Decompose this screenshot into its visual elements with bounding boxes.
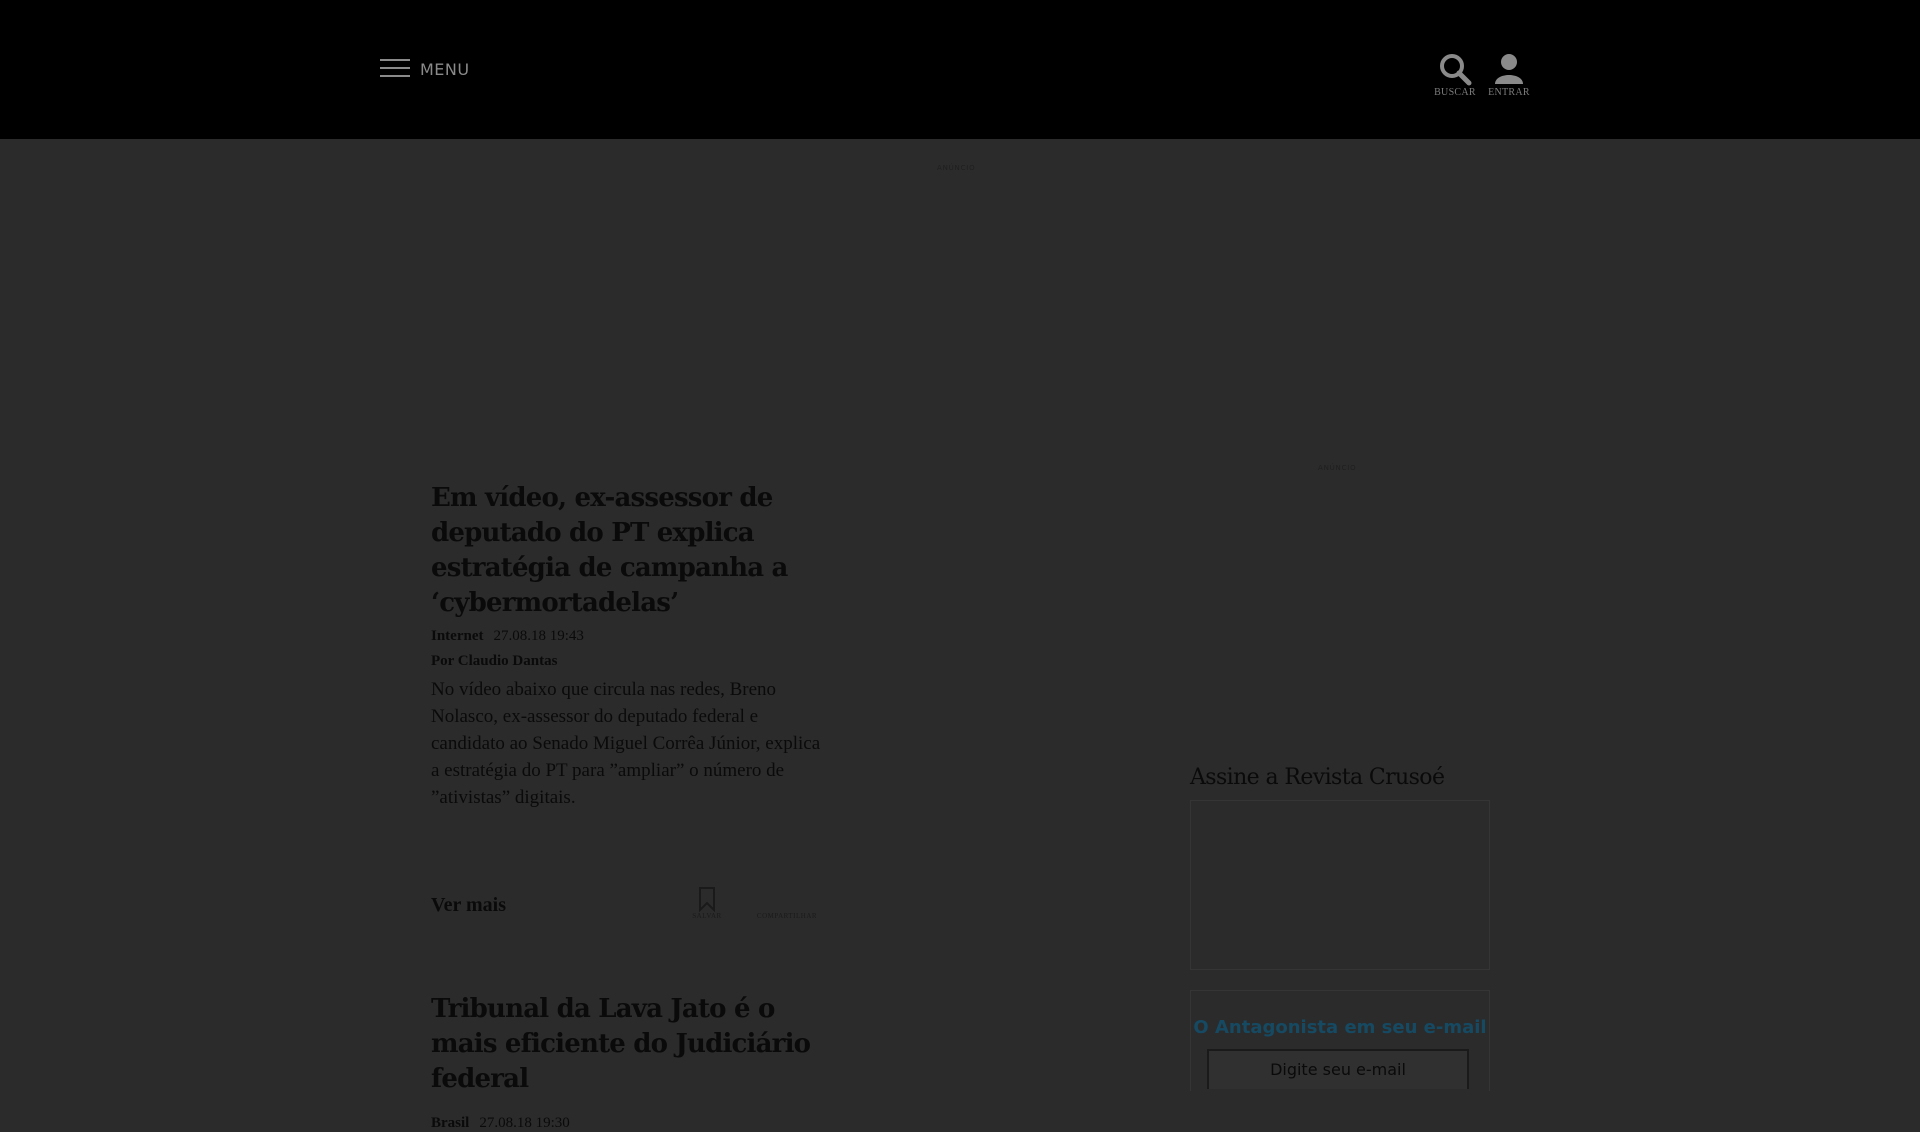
article-category[interactable]: Brasil xyxy=(431,1115,469,1131)
article-summary: No vídeo abaixo que circula nas redes, B… xyxy=(431,679,821,808)
article-card: Tribunal da Lava Jato é o mais eficiente… xyxy=(431,992,831,1132)
article-date: 27.08.18 19:30 xyxy=(479,1115,570,1131)
top-ad-label: ANÚNCIO xyxy=(937,164,976,172)
newsletter-box: O Antagonista em seu e-mail Digite seu e… xyxy=(1190,990,1490,1091)
bookmark-icon xyxy=(699,887,715,912)
article-date: 27.08.18 19:43 xyxy=(493,628,584,644)
share-button[interactable]: COMPARTILHAR xyxy=(747,886,827,920)
login-button[interactable]: ENTRAR xyxy=(1485,52,1533,98)
site-header: MENU BUSCAR ENTRAR xyxy=(0,0,1920,139)
menu-label: MENU xyxy=(420,59,470,79)
crusoe-subscribe-box[interactable] xyxy=(1190,800,1490,970)
email-input[interactable]: Digite seu e-mail xyxy=(1207,1049,1469,1089)
article-meta: Internet 27.08.18 19:43 xyxy=(431,628,831,645)
article-meta: Brasil 27.08.18 19:30 xyxy=(431,1115,831,1132)
article-title[interactable]: Em vídeo, ex-assessor de deputado do PT … xyxy=(431,481,831,621)
save-button[interactable]: SALVAR xyxy=(687,886,727,920)
search-button[interactable]: BUSCAR xyxy=(1431,52,1479,98)
search-icon xyxy=(1440,54,1472,86)
side-ad-label: ANÚNCIO xyxy=(1318,464,1357,472)
newsletter-title: O Antagonista em seu e-mail xyxy=(1193,1017,1487,1038)
article-category[interactable]: Internet xyxy=(431,628,484,644)
article-title[interactable]: Tribunal da Lava Jato é o mais eficiente… xyxy=(431,992,831,1097)
ver-mais-link[interactable]: Ver mais xyxy=(431,894,506,917)
hamburger-icon xyxy=(380,59,410,79)
article-card: Em vídeo, ex-assessor de deputado do PT … xyxy=(431,481,831,811)
share-icon xyxy=(747,886,827,912)
share-label: COMPARTILHAR xyxy=(756,912,818,920)
menu-button[interactable]: MENU xyxy=(380,56,470,82)
search-label: BUSCAR xyxy=(1434,87,1476,98)
article-author[interactable]: Por Claudio Dantas xyxy=(431,653,831,670)
login-label: ENTRAR xyxy=(1488,87,1530,98)
article-actions: Ver mais SALVAR COMPARTILHAR xyxy=(431,886,831,936)
save-label: SALVAR xyxy=(692,912,722,920)
subscribe-heading: Assine a Revista Crusoé xyxy=(1190,765,1445,790)
user-icon xyxy=(1495,54,1523,84)
